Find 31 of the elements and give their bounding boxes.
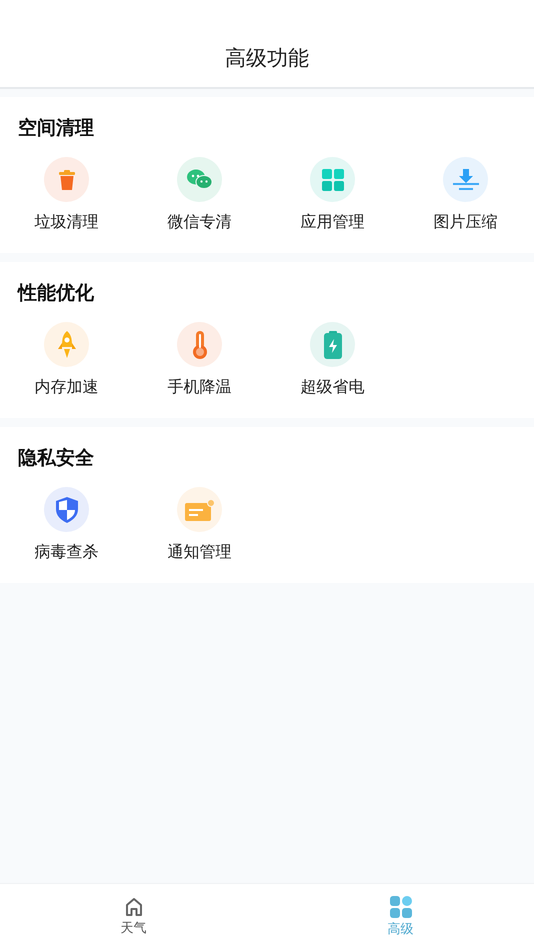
rocket-icon <box>58 330 76 358</box>
section-title: 隐私安全 <box>18 446 94 471</box>
feature-button[interactable] <box>44 157 89 202</box>
feature-button[interactable] <box>177 322 222 367</box>
thermometer-icon <box>192 330 208 358</box>
feature-button[interactable] <box>310 322 355 367</box>
feature-button[interactable] <box>177 157 222 202</box>
feature-label: 超级省电 <box>300 377 364 398</box>
feature-button[interactable] <box>443 157 488 202</box>
feature-label: 通知管理 <box>168 542 232 563</box>
download-icon <box>452 168 478 190</box>
nav-tab[interactable]: 天气 <box>0 884 267 949</box>
grid-icon <box>322 168 344 190</box>
feature-button[interactable] <box>177 487 222 532</box>
feature-label: 垃圾清理 <box>34 212 98 233</box>
feature-label: 内存加速 <box>34 377 98 398</box>
section-title: 空间清理 <box>18 116 94 141</box>
feature-label: 手机降温 <box>168 377 232 398</box>
feature-label: 图片压缩 <box>434 212 498 233</box>
section-title: 性能优化 <box>18 281 94 306</box>
battery-icon <box>324 330 342 358</box>
message-card-icon <box>184 498 214 520</box>
feature-label: 病毒查杀 <box>34 542 98 563</box>
feature-label: 微信专清 <box>168 212 232 233</box>
page-title: 高级功能 <box>225 44 309 72</box>
feature-button[interactable] <box>44 487 89 532</box>
feature-label: 应用管理 <box>300 212 364 233</box>
home-icon <box>124 896 144 916</box>
shield-icon <box>56 496 78 522</box>
grid-icon <box>390 896 412 918</box>
feature-button[interactable] <box>310 157 355 202</box>
